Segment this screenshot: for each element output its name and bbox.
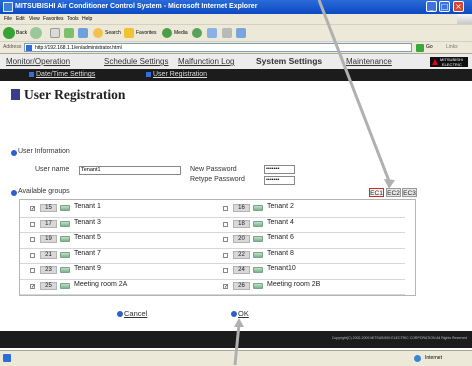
annotation-arrowhead-bottom (234, 318, 244, 327)
annotation-arrow-bottom (233, 323, 241, 365)
annotation-arrowhead-top (384, 179, 395, 189)
annotation-arrow-top (317, 0, 391, 182)
annotation-arrows (233, 0, 395, 365)
